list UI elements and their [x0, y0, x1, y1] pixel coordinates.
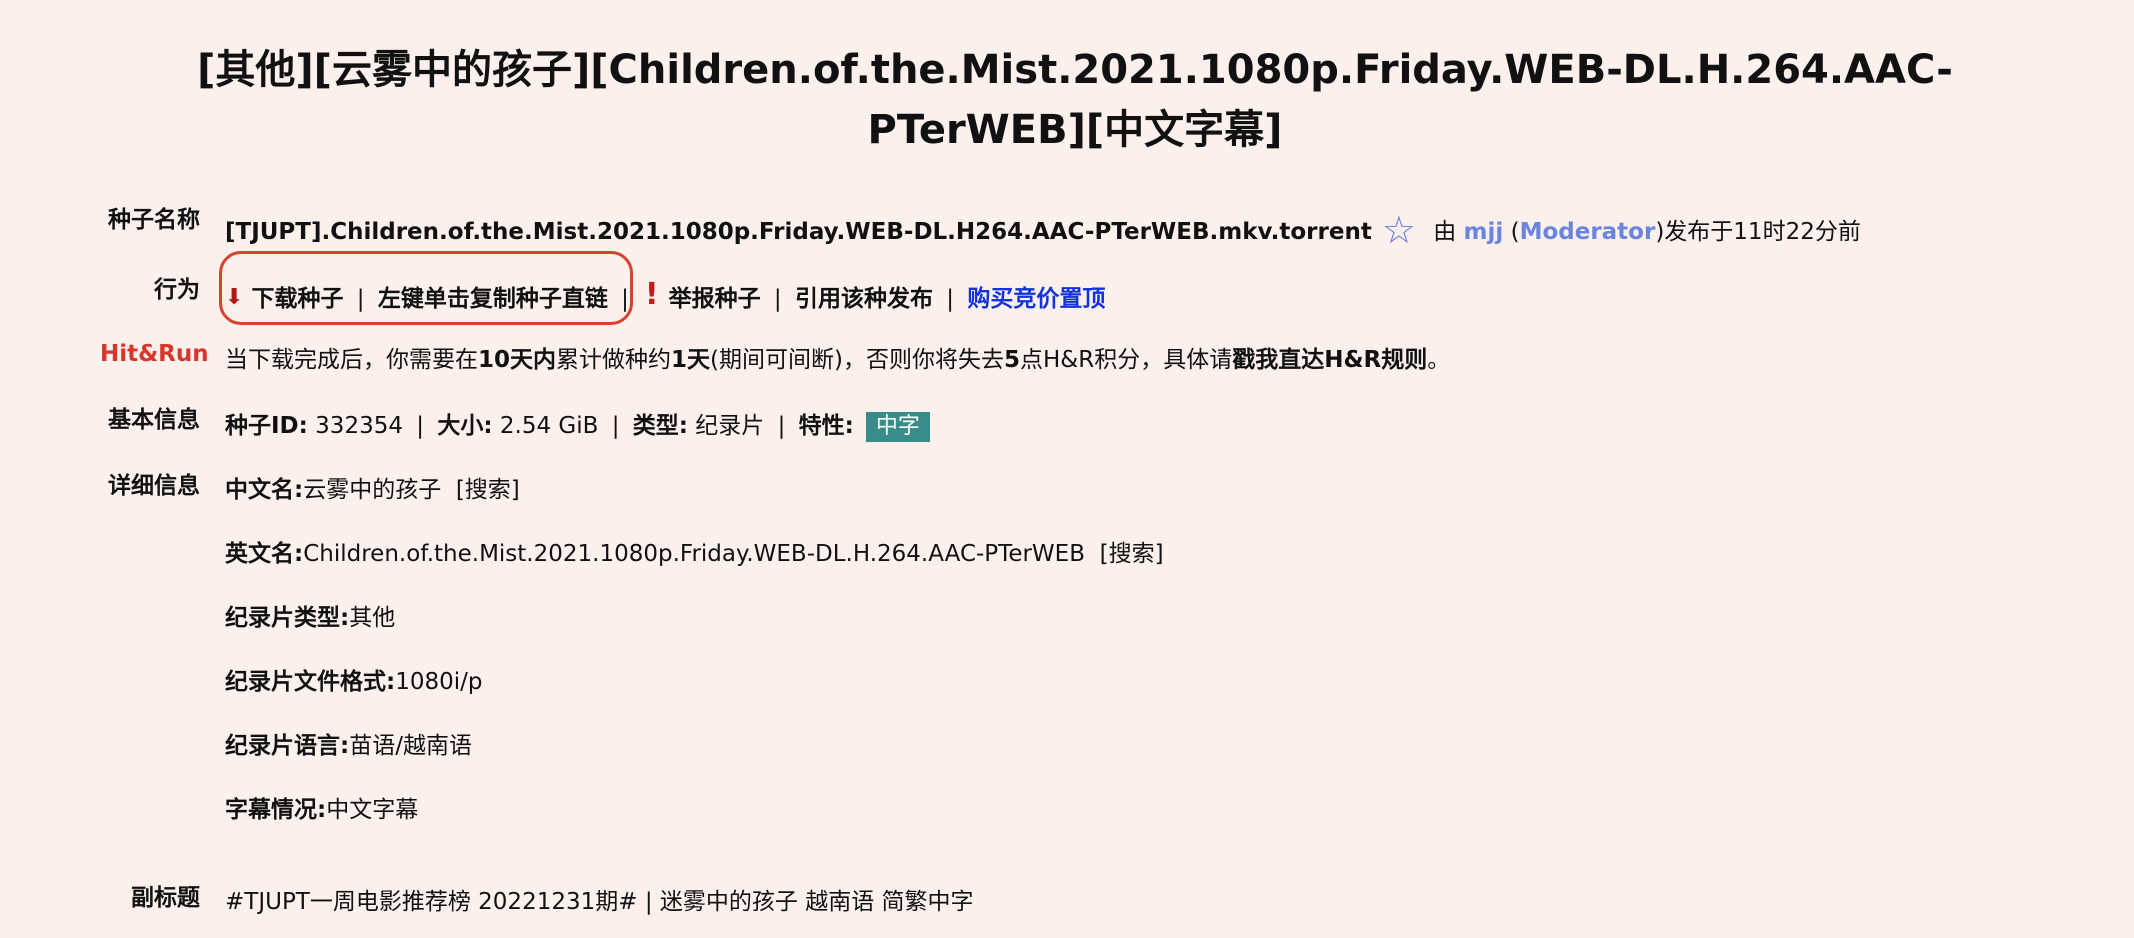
detail-subtitles: 字幕情况:中文字幕: [225, 794, 418, 826]
hitrun-rules-link[interactable]: 戳我直达H&R规则: [1232, 347, 1427, 373]
detail-language: 纪录片语言:苗语/越南语: [225, 730, 472, 762]
torrent-id-value: 332354: [315, 413, 403, 439]
size-label: 大小:: [437, 413, 493, 439]
separator: |: [946, 286, 954, 312]
label-detail-info: 详细信息: [108, 473, 200, 499]
subtitle-text: #TJUPT一周电影推荐榜 20221231期# | 迷雾中的孩子 越南语 简繁…: [225, 889, 974, 915]
hitrun-text-5: 。: [1427, 347, 1451, 373]
hitrun-days: 10天内: [478, 347, 557, 373]
detail-cn-name: 中文名:云雾中的孩子 [搜索]: [225, 474, 520, 506]
label-subtitle: 副标题: [131, 885, 200, 911]
hitrun-text: 当下载完成后，你需要在10天内累计做种约1天(期间可间断)，否则你将失去5点H&…: [225, 344, 1450, 376]
detail-label: 纪录片文件格式:: [225, 669, 396, 695]
detail-label: 英文名:: [225, 541, 304, 567]
detail-label: 纪录片语言:: [225, 733, 350, 759]
separator: |: [416, 413, 425, 439]
hitrun-text-3: (期间可间断)，否则你将失去: [710, 347, 1004, 373]
detail-value: 其他: [349, 605, 396, 631]
separator: |: [773, 286, 782, 312]
uploader-link[interactable]: mjj: [1464, 219, 1504, 245]
detail-value: Children.of.the.Mist.2021.1080p.Friday.W…: [303, 541, 1085, 567]
buy-top-link[interactable]: 购买竞价置顶: [967, 286, 1105, 312]
hitrun-text-1: 当下载完成后，你需要在: [225, 347, 478, 373]
separator: |: [611, 413, 620, 439]
torrent-id-label: 种子ID:: [225, 413, 308, 439]
detail-label: 中文名:: [225, 477, 304, 503]
label-basic-info: 基本信息: [108, 407, 200, 433]
chinese-sub-badge: 中字: [865, 412, 930, 442]
quote-release-link[interactable]: 引用该种发布: [795, 286, 933, 312]
torrent-name-row: [TJUPT].Children.of.the.Mist.2021.1080p.…: [225, 208, 1861, 252]
hitrun-text-4: 点H&R积分，具体请: [1020, 347, 1233, 373]
highlight-annotation-box: [219, 251, 633, 325]
report-torrent-link[interactable]: 举报种子: [669, 286, 761, 312]
type-value: 纪录片: [695, 413, 765, 439]
detail-en-name: 英文名:Children.of.the.Mist.2021.1080p.Frid…: [225, 538, 1164, 570]
search-link[interactable]: [搜索]: [1100, 541, 1164, 567]
label-torrent-name: 种子名称: [108, 207, 200, 233]
detail-file-format: 纪录片文件格式:1080i/p: [225, 666, 482, 698]
hitrun-points: 5: [1003, 347, 1020, 373]
star-outline-icon[interactable]: ☆: [1382, 211, 1416, 249]
separator: |: [777, 413, 786, 439]
uploader-role[interactable]: Moderator: [1520, 219, 1656, 245]
torrent-filename[interactable]: [TJUPT].Children.of.the.Mist.2021.1080p.…: [225, 219, 1372, 245]
detail-value: 1080i/p: [395, 669, 483, 695]
label-actions: 行为: [154, 277, 200, 303]
report-exclamation-icon[interactable]: !: [645, 279, 659, 311]
search-link[interactable]: [搜索]: [456, 477, 520, 503]
page-title: [其他][云雾中的孩子][Children.of.the.Mist.2021.1…: [197, 47, 1953, 153]
posted-time: )发布于11时22分前: [1655, 219, 1861, 245]
detail-value: 中文字幕: [326, 797, 419, 823]
hitrun-seed-time: 1天: [671, 347, 711, 373]
basic-info-row: 种子ID: 332354 | 大小: 2.54 GiB | 类型: 纪录片 | …: [225, 410, 930, 442]
detail-value: 苗语/越南语: [349, 733, 472, 759]
detail-label: 字幕情况:: [225, 797, 327, 823]
feature-label: 特性:: [798, 413, 854, 439]
detail-value: 云雾中的孩子: [303, 477, 442, 503]
hitrun-text-2: 累计做种约: [556, 347, 672, 373]
detail-label: 纪录片类型:: [225, 605, 350, 631]
type-label: 类型:: [632, 413, 688, 439]
by-prefix: 由: [1433, 219, 1457, 245]
detail-doc-type: 纪录片类型:其他: [225, 602, 395, 634]
size-value: 2.54 GiB: [499, 413, 599, 439]
label-hitrun: Hit&Run: [100, 341, 209, 367]
